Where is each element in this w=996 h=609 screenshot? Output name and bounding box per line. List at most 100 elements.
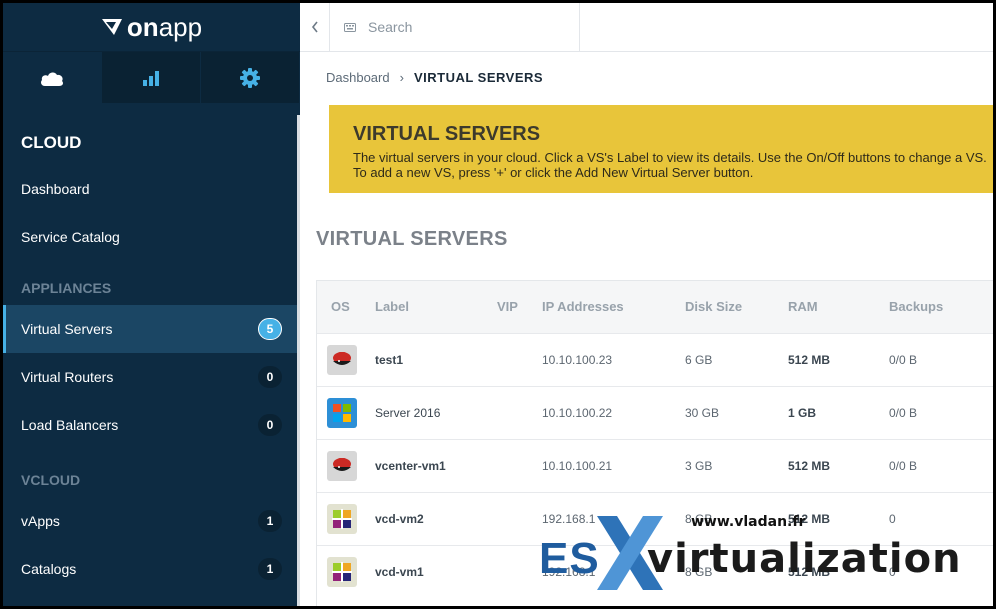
table-header-row: OS Label VIP IP Addresses Disk Size RAM …	[317, 281, 993, 333]
vip-cell	[483, 545, 528, 598]
topbar: Search	[300, 3, 993, 52]
breadcrumb-current: VIRTUAL SERVERS	[413, 70, 544, 85]
redhat-os-icon	[327, 450, 357, 481]
ip-cell: 10.10.100.22	[542, 405, 613, 420]
virtual-servers-table: OS Label VIP IP Addresses Disk Size RAM …	[316, 280, 993, 606]
column-header-disk-size[interactable]: Disk Size	[671, 281, 774, 333]
sidebar-item-virtual-servers[interactable]: Virtual Servers 5	[3, 305, 300, 353]
logo-mark-icon	[101, 19, 122, 35]
vs-label-link[interactable]: Server 2016	[361, 386, 483, 439]
sidebar-item-label: Dashboard	[21, 181, 90, 197]
count-badge: 5	[258, 318, 282, 340]
sidebar-item-label: Service Catalog	[21, 229, 120, 245]
search-input[interactable]: Search	[368, 19, 412, 35]
sidebar-item-label: Virtual Servers	[21, 321, 113, 337]
disk-size-cell: 8 GB	[685, 564, 713, 579]
sidebar-item-label: vApps	[21, 513, 60, 529]
vs-label-link[interactable]: test1	[361, 333, 483, 386]
os-cell	[317, 333, 361, 386]
main-content: Dashboard › VIRTUAL SERVERS VIRTUAL SERV…	[300, 52, 993, 606]
ram-cell: 512 MB	[788, 352, 831, 367]
disk-size-cell: 30 GB	[685, 405, 720, 420]
breadcrumb-separator: ›	[399, 70, 404, 85]
page-title: VIRTUAL SERVERS	[316, 228, 508, 250]
disk-size-cell: 8 GB	[685, 511, 713, 526]
windows-os-icon	[327, 397, 357, 428]
tab-cloud[interactable]	[3, 52, 102, 103]
count-badge: 1	[258, 558, 282, 580]
sidebar: onapp CLOUD Dashboard Service Catalog AP…	[3, 3, 300, 606]
banner-text: The virtual servers in your cloud. Click…	[353, 150, 987, 180]
logo-text: app	[158, 11, 203, 42]
ip-cell: 10.10.100.21	[542, 458, 613, 473]
sidebar-item-service-catalog[interactable]: Service Catalog	[3, 213, 300, 261]
logo-text-bold: on	[126, 11, 159, 42]
ram-cell: 512 MB	[788, 564, 831, 579]
column-header-ram[interactable]: RAM	[774, 281, 875, 333]
redhat-os-icon	[327, 344, 357, 375]
backups-cell: 0/0 B	[889, 352, 918, 367]
keyboard-icon	[344, 22, 356, 32]
column-header-ip-addresses[interactable]: IP Addresses	[528, 281, 671, 333]
banner-title: VIRTUAL SERVERS	[353, 123, 541, 145]
group-label-vcloud: VCLOUD	[21, 472, 81, 488]
vip-cell	[483, 492, 528, 545]
sidebar-item-label: Virtual Routers	[21, 369, 114, 385]
backups-cell: 0/0 B	[889, 405, 918, 420]
table-row[interactable]: vcd-vm2 192.168.1 8 GB 512 MB 0	[317, 492, 993, 545]
ip-cell: 10.10.100.23	[542, 352, 613, 367]
table-row[interactable]: test1 10.10.100.23 6 GB 512 MB 0/0 B	[317, 333, 993, 386]
bar-chart-icon	[143, 70, 159, 86]
sidebar-item-dashboard[interactable]: Dashboard	[3, 165, 300, 213]
breadcrumb: Dashboard › VIRTUAL SERVERS	[326, 70, 543, 85]
vs-label-link[interactable]: vcd-vm2	[361, 492, 483, 545]
chevron-left-icon	[311, 21, 318, 33]
gear-icon	[240, 67, 260, 88]
column-header-os[interactable]: OS	[317, 281, 361, 333]
cloud-icon	[41, 71, 63, 86]
sidebar-icon-tabs	[3, 51, 300, 103]
sidebar-item-virtual-routers[interactable]: Virtual Routers 0	[3, 353, 300, 401]
collapse-sidebar-button[interactable]	[300, 3, 330, 51]
table-row[interactable]: Server 2016 10.10.100.22 30 GB 1 GB 0/0 …	[317, 386, 993, 439]
vip-cell	[483, 439, 528, 492]
ram-cell: 1 GB	[788, 405, 817, 420]
sidebar-item-load-balancers[interactable]: Load Balancers 0	[3, 401, 300, 449]
column-header-backups[interactable]: Backups	[875, 281, 993, 333]
table-row[interactable]: vcenter-vm1 10.10.100.21 3 GB 512 MB 0/0…	[317, 439, 993, 492]
os-cell	[317, 439, 361, 492]
centos-os-icon	[327, 503, 357, 534]
table-row[interactable]: vcd-vm1 192.168.1 8 GB 512 MB 0	[317, 545, 993, 598]
column-header-vip[interactable]: VIP	[483, 281, 528, 333]
sidebar-item-catalogs[interactable]: Catalogs 1	[3, 545, 300, 593]
os-cell	[317, 492, 361, 545]
column-header-label[interactable]: Label	[361, 281, 483, 333]
tab-statistics[interactable]	[102, 52, 201, 103]
sidebar-nav: CLOUD Dashboard Service Catalog APPLIANC…	[3, 103, 300, 593]
sidebar-item-label: Catalogs	[21, 561, 77, 577]
vs-label-link[interactable]: vcd-vm1	[361, 545, 483, 598]
ram-cell: 512 MB	[788, 458, 831, 473]
info-banner: VIRTUAL SERVERS The virtual servers in y…	[329, 105, 993, 193]
disk-size-cell: 6 GB	[685, 352, 713, 367]
count-badge: 1	[258, 510, 282, 532]
tab-settings[interactable]	[201, 52, 300, 103]
vip-cell	[483, 386, 528, 439]
os-cell	[317, 545, 361, 598]
group-label-appliances: APPLIANCES	[21, 280, 112, 296]
sidebar-item-vapps[interactable]: vApps 1	[3, 497, 300, 545]
centos-os-icon	[327, 556, 357, 587]
os-cell	[317, 386, 361, 439]
onapp-logo[interactable]: onapp	[101, 12, 202, 43]
vip-cell	[483, 333, 528, 386]
backups-cell: 0	[889, 564, 896, 579]
search-box[interactable]: Search	[330, 3, 580, 51]
backups-cell: 0	[889, 511, 896, 526]
breadcrumb-home-link[interactable]: Dashboard	[326, 70, 390, 85]
logo-bar: onapp	[3, 3, 300, 51]
count-badge: 0	[258, 414, 282, 436]
app-frame: onapp CLOUD Dashboard Service Catalog AP…	[3, 3, 993, 606]
backups-cell: 0/0 B	[889, 458, 918, 473]
ip-cell: 192.168.1	[542, 564, 596, 579]
vs-label-link[interactable]: vcenter-vm1	[361, 439, 483, 492]
